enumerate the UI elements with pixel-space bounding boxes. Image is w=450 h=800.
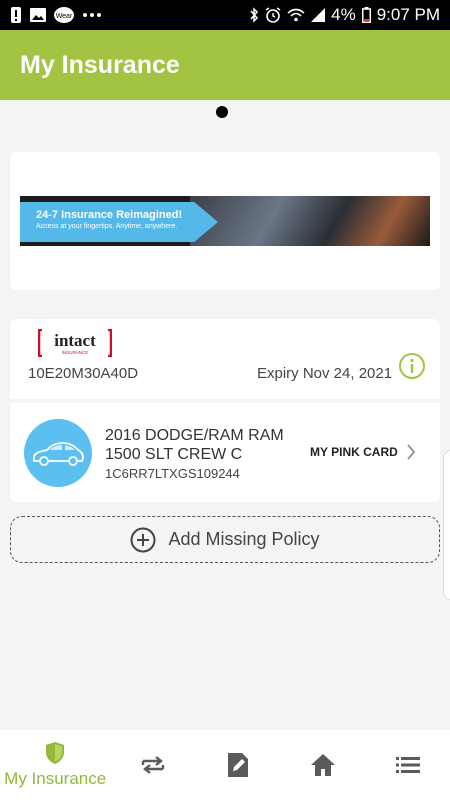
pager-dot[interactable] [216, 106, 228, 118]
app-badge-icon: Wear [54, 7, 74, 23]
bottom-nav: My Insurance [0, 730, 450, 800]
nav-my-insurance[interactable]: My Insurance [0, 730, 110, 800]
nav-menu[interactable] [365, 730, 450, 800]
nav-my-insurance-label: My Insurance [4, 769, 107, 788]
alert-icon [11, 7, 21, 23]
wifi-icon [287, 8, 305, 22]
nav-transfer[interactable] [110, 730, 195, 800]
transfer-icon [141, 756, 165, 774]
clock: 9:07 PM [376, 5, 440, 24]
promo-banner[interactable]: 24-7 Insurance Reimagined! Access at you… [20, 196, 430, 246]
banner-subtitle: Access at your fingertips. Anytime, anyw… [36, 223, 178, 230]
page-title: My Insurance [20, 50, 180, 79]
vehicle-card[interactable]: 2016 DODGE/RAM RAM 1500 SLT CREW C 1C6RR… [10, 403, 440, 502]
vehicle-avatar [24, 419, 92, 487]
bluetooth-icon [250, 7, 259, 23]
policy-expiry: Expiry Nov 24, 2021 [257, 365, 393, 382]
add-circle-icon [130, 527, 156, 552]
car-icon [32, 442, 84, 466]
policy-number: 10E20M30A40D [28, 365, 139, 382]
alarm-icon [265, 7, 281, 23]
banner-photo [190, 196, 430, 246]
status-right: 4% 9:07 PM [249, 5, 440, 25]
shield-icon [46, 742, 65, 764]
status-bar: Wear 4% 9:07 PM [0, 0, 450, 30]
edit-document-icon [227, 753, 248, 777]
add-missing-policy-label: Add Missing Policy [168, 529, 320, 549]
promo-banner-card[interactable]: 24-7 Insurance Reimagined! Access at you… [10, 152, 440, 290]
vehicle-name: 2016 DODGE/RAM RAM 1500 SLT CREW C [105, 427, 284, 463]
my-pink-card-link[interactable]: MY PINK CARD [310, 445, 398, 459]
nav-documents[interactable] [195, 730, 280, 800]
more-dots-icon [83, 13, 101, 17]
status-left: Wear [10, 7, 102, 23]
chevron-right-icon[interactable] [406, 443, 416, 461]
battery-icon [361, 7, 371, 23]
banner-title: 24-7 Insurance Reimagined! [36, 209, 183, 221]
brand-name: intact [54, 331, 96, 350]
brand-sub: INSURANCE [62, 350, 89, 355]
info-icon[interactable] [398, 352, 426, 380]
scroll-edge-handle[interactable] [443, 450, 450, 600]
app-badge-text: Wear [56, 13, 73, 20]
banner-tab: 24-7 Insurance Reimagined! Access at you… [20, 202, 218, 242]
intact-logo: intact INSURANCE [38, 329, 112, 357]
nav-home[interactable] [280, 730, 365, 800]
vehicle-vin: 1C6RR7LTXGS109244 [105, 466, 240, 481]
add-missing-policy-button[interactable]: Add Missing Policy [10, 516, 440, 563]
signal-icon [311, 8, 326, 22]
image-icon [30, 8, 46, 22]
battery-percent: 4% [331, 5, 356, 24]
home-icon [310, 754, 335, 776]
policy-card[interactable]: intact INSURANCE 10E20M30A40D Expiry Nov… [10, 319, 440, 399]
app-bar: My Insurance [0, 30, 450, 100]
menu-list-icon [395, 757, 420, 773]
